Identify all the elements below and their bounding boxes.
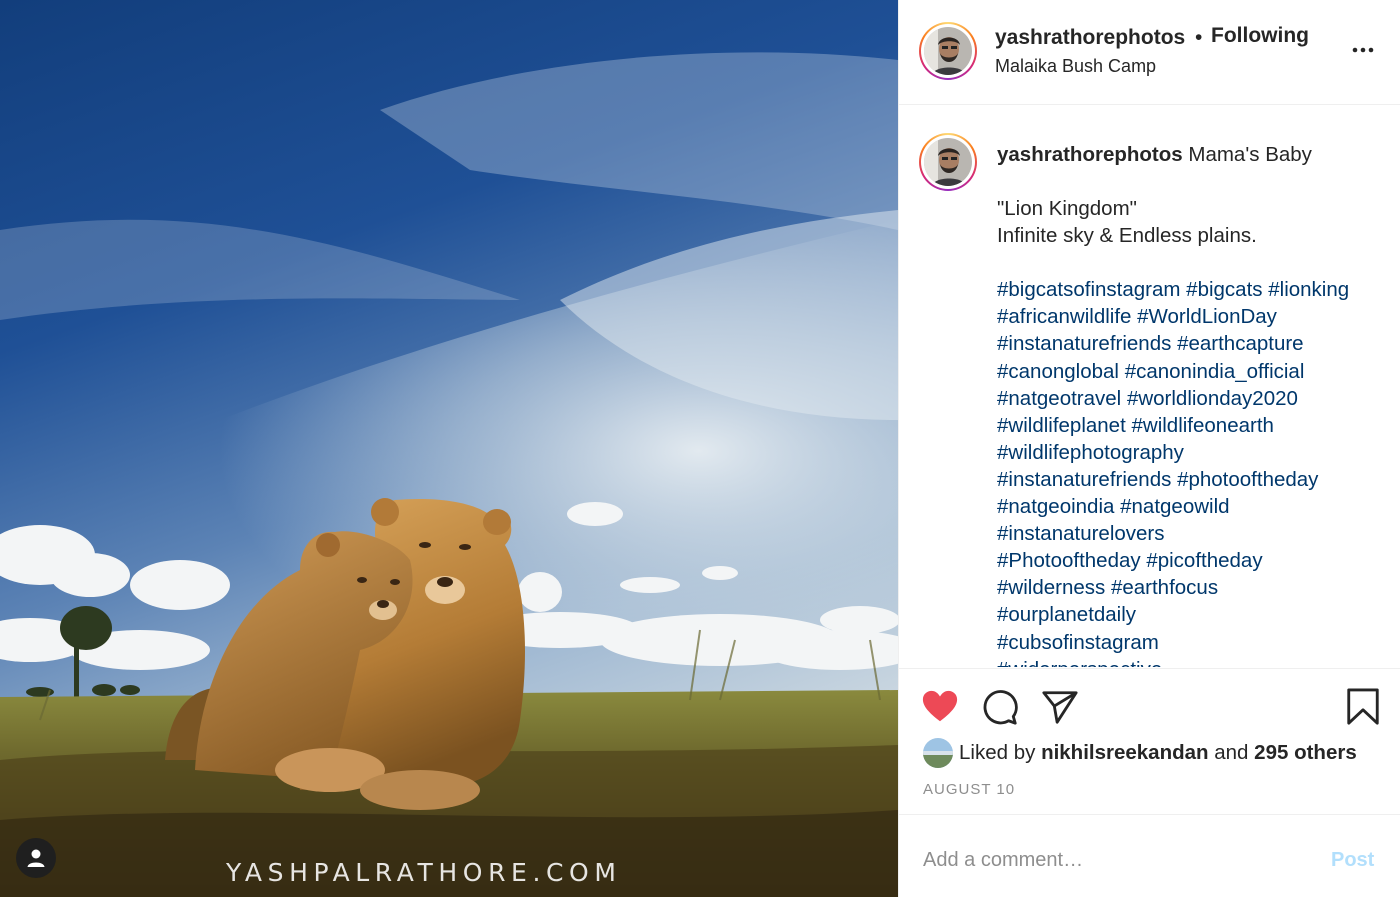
caption-line: "Lion Kingdom"	[997, 197, 1137, 221]
instagram-post: YASHPALRATHORE.COM yashrathorephotos • F…	[0, 0, 1400, 897]
hashtag-link[interactable]: #WorldLionDay	[1137, 305, 1277, 328]
liker-username-link[interactable]: nikhilsreekandan	[1041, 741, 1208, 765]
hashtag-link[interactable]: #instanaturefriends	[997, 468, 1171, 491]
hashtag-link[interactable]: #earthfocus	[1111, 576, 1218, 599]
hashtag-line: #natgeotravel #worldlionday2020	[997, 385, 1392, 412]
hashtag-link[interactable]: #natgeoindia	[997, 495, 1114, 518]
divider	[899, 668, 1400, 669]
hashtag-link[interactable]: #cubsofinstagram	[997, 631, 1159, 654]
hashtag-line: #wilderness #earthfocus	[997, 574, 1392, 601]
avatar-photo	[924, 138, 972, 186]
hashtag-line: #instanaturefriends #photooftheday	[997, 466, 1392, 493]
liker-avatar[interactable]	[923, 738, 953, 768]
hashtag-link[interactable]: #bigcats	[1186, 278, 1262, 301]
post-comment-button[interactable]: Post	[1331, 849, 1374, 872]
hashtag-line: #wildlifeplanet #wildlifeonearth	[997, 412, 1392, 439]
hashtag-line: #africanwildlife #WorldLionDay	[997, 303, 1392, 330]
likes-summary: Liked by nikhilsreekandan and 295 others	[923, 738, 1357, 768]
hashtag-link[interactable]: #wildlifephotography	[997, 441, 1184, 464]
likes-count-link[interactable]: 295 others	[1254, 741, 1357, 765]
author-username-link[interactable]: yashrathorephotos	[995, 26, 1185, 50]
header-separator: •	[1195, 26, 1203, 49]
caption-author-avatar[interactable]	[919, 133, 977, 191]
hashtag-line: #widerperspective	[997, 656, 1392, 667]
caption-title: Mama's Baby	[1188, 143, 1312, 166]
post-side-panel: yashrathorephotos • Following Malaika Bu…	[898, 0, 1400, 897]
lion-photo-illustration	[0, 0, 898, 897]
hashtag-link[interactable]: #natgeotravel	[997, 387, 1121, 410]
hashtag-link[interactable]: #instanaturefriends	[997, 332, 1171, 355]
caption-text: yashrathorephotos Mama's Baby "Lion King…	[997, 141, 1392, 667]
caption-scroll-area[interactable]: yashrathorephotos Mama's Baby "Lion King…	[899, 105, 1400, 667]
hashtag-list: #bigcatsofinstagram #bigcats #lionking #a…	[997, 276, 1392, 667]
hashtag-line: #wildlifephotography	[997, 439, 1392, 466]
bookmark-icon[interactable]	[1344, 688, 1382, 726]
hashtag-link[interactable]: #natgeowild	[1120, 495, 1229, 518]
hashtag-line: #instanaturefriends #earthcapture	[997, 330, 1392, 357]
hashtag-link[interactable]: #instanaturelovers	[997, 522, 1165, 545]
following-button[interactable]: Following	[1211, 24, 1309, 48]
hashtag-link[interactable]: #picoftheday	[1146, 549, 1262, 572]
post-header: yashrathorephotos • Following Malaika Bu…	[899, 0, 1400, 105]
hashtag-link[interactable]: #wildlifeonearth	[1131, 414, 1273, 437]
hashtag-line: #ourplanetdaily	[997, 601, 1392, 628]
likes-prefix: Liked by	[959, 741, 1036, 764]
paper-plane-icon[interactable]	[1041, 688, 1079, 726]
hashtag-link[interactable]: #earthcapture	[1177, 332, 1304, 355]
hashtag-line: #Photooftheday #picoftheday	[997, 547, 1392, 574]
hashtag-link[interactable]: #worldlionday2020	[1127, 387, 1298, 410]
comment-input[interactable]: Add a comment…	[923, 849, 1083, 872]
author-avatar[interactable]	[919, 22, 977, 80]
likes-middle: and	[1214, 741, 1249, 764]
hashtag-link[interactable]: #ourplanetdaily	[997, 603, 1136, 626]
hashtag-link[interactable]: #widerperspective	[997, 658, 1162, 667]
post-date[interactable]: AUGUST 10	[923, 781, 1015, 798]
tagged-users-button[interactable]	[16, 838, 56, 878]
user-icon	[27, 849, 45, 867]
hashtag-link[interactable]: #wilderness	[997, 576, 1105, 599]
comment-bar: Add a comment… Post	[899, 814, 1400, 898]
heart-filled-icon[interactable]	[921, 688, 959, 726]
comment-icon[interactable]	[981, 688, 1019, 726]
hashtag-link[interactable]: #canonglobal	[997, 360, 1119, 383]
avatar-photo	[924, 27, 972, 75]
caption-line: Infinite sky & Endless plains.	[997, 224, 1257, 248]
hashtag-link[interactable]: #lionking	[1268, 278, 1349, 301]
hashtag-link[interactable]: #africanwildlife	[997, 305, 1131, 328]
hashtag-line: #bigcatsofinstagram #bigcats #lionking	[997, 276, 1392, 303]
hashtag-line: #instanaturelovers	[997, 520, 1392, 547]
liker-avatar-photo	[923, 738, 953, 768]
hashtag-link[interactable]: #wildlifeplanet	[997, 414, 1126, 437]
photo-watermark: YASHPALRATHORE.COM	[226, 858, 622, 887]
hashtag-link[interactable]: #bigcatsofinstagram	[997, 278, 1180, 301]
more-horizontal-icon[interactable]	[1351, 38, 1375, 62]
hashtag-link[interactable]: #photooftheday	[1177, 468, 1318, 491]
hashtag-link[interactable]: #canonindia_official	[1125, 360, 1305, 383]
post-photo[interactable]: YASHPALRATHORE.COM	[0, 0, 898, 897]
location-link[interactable]: Malaika Bush Camp	[995, 56, 1156, 77]
caption-username-link[interactable]: yashrathorephotos	[997, 143, 1183, 166]
hashtag-line: #canonglobal #canonindia_official	[997, 358, 1392, 385]
hashtag-line: #natgeoindia #natgeowild	[997, 493, 1392, 520]
hashtag-link[interactable]: #Photooftheday	[997, 549, 1141, 572]
hashtag-line: #cubsofinstagram	[997, 629, 1392, 656]
